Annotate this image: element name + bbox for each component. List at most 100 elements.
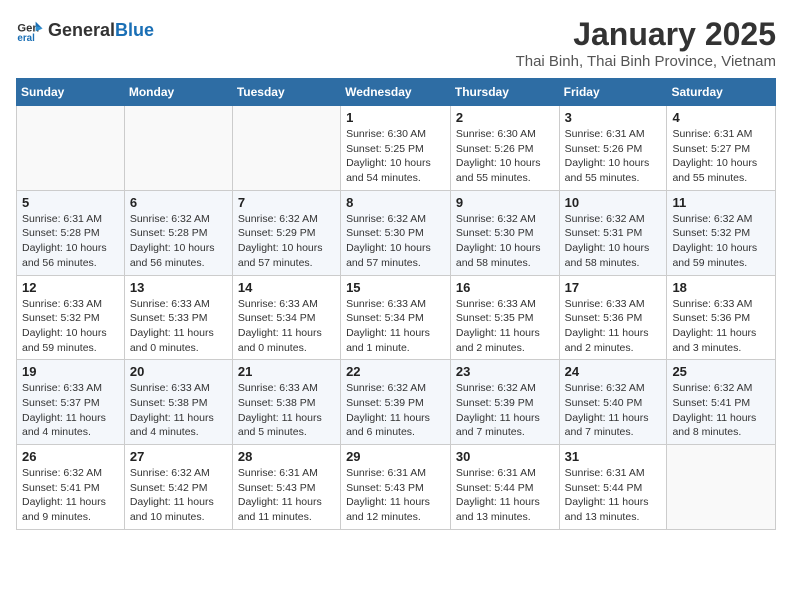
day-number: 12	[22, 280, 119, 295]
day-number: 29	[346, 449, 445, 464]
day-cell: 27 Sunrise: 6:32 AM Sunset: 5:42 PM Dayli…	[124, 445, 232, 530]
logo-icon: Gen eral	[16, 16, 44, 44]
day-number: 21	[238, 364, 335, 379]
day-info: Sunrise: 6:32 AM Sunset: 5:28 PM Dayligh…	[130, 212, 227, 271]
month-title: January 2025	[516, 16, 776, 53]
day-info: Sunrise: 6:30 AM Sunset: 5:26 PM Dayligh…	[456, 127, 554, 186]
page-header: Gen eral GeneralBlue January 2025 Thai B…	[16, 16, 776, 70]
day-info: Sunrise: 6:32 AM Sunset: 5:39 PM Dayligh…	[346, 381, 445, 440]
day-number: 10	[565, 195, 662, 210]
day-number: 17	[565, 280, 662, 295]
day-cell: 18Sunrise: 6:33 AM Sunset: 5:36 PM Dayli…	[667, 275, 776, 360]
day-cell: 8 Sunrise: 6:32 AM Sunset: 5:30 PM Daylig…	[341, 190, 451, 275]
day-cell: 23 Sunrise: 6:32 AM Sunset: 5:39 PM Dayli…	[450, 360, 559, 445]
day-number: 25	[672, 364, 770, 379]
day-info: Sunrise: 6:33 AM Sunset: 5:36 PM Dayligh…	[672, 297, 770, 356]
day-cell: 13 Sunrise: 6:33 AM Sunset: 5:33 PM Dayli…	[124, 275, 232, 360]
day-number: 30	[456, 449, 554, 464]
day-info: Sunrise: 6:32 AM Sunset: 5:29 PM Dayligh…	[238, 212, 335, 271]
day-number: 24	[565, 364, 662, 379]
day-number: 2	[456, 110, 554, 125]
day-number: 6	[130, 195, 227, 210]
day-info: Sunrise: 6:32 AM Sunset: 5:32 PM Dayligh…	[672, 212, 770, 271]
day-cell	[124, 106, 232, 191]
day-cell	[17, 106, 125, 191]
day-cell	[667, 445, 776, 530]
weekday-header-wednesday: Wednesday	[341, 79, 451, 106]
day-number: 7	[238, 195, 335, 210]
day-info: Sunrise: 6:33 AM Sunset: 5:32 PM Dayligh…	[22, 297, 119, 356]
day-info: Sunrise: 6:33 AM Sunset: 5:34 PM Dayligh…	[346, 297, 445, 356]
day-number: 3	[565, 110, 662, 125]
day-cell: 14 Sunrise: 6:33 AM Sunset: 5:34 PM Dayli…	[232, 275, 340, 360]
day-info: Sunrise: 6:32 AM Sunset: 5:30 PM Dayligh…	[456, 212, 554, 271]
day-cell: 6 Sunrise: 6:32 AM Sunset: 5:28 PM Daylig…	[124, 190, 232, 275]
day-cell: 2 Sunrise: 6:30 AM Sunset: 5:26 PM Daylig…	[450, 106, 559, 191]
week-row-2: 5 Sunrise: 6:31 AM Sunset: 5:28 PM Daylig…	[17, 190, 776, 275]
day-cell: 11Sunrise: 6:32 AM Sunset: 5:32 PM Dayli…	[667, 190, 776, 275]
day-info: Sunrise: 6:31 AM Sunset: 5:43 PM Dayligh…	[238, 466, 335, 525]
day-info: Sunrise: 6:33 AM Sunset: 5:36 PM Dayligh…	[565, 297, 662, 356]
day-cell: 4 Sunrise: 6:31 AM Sunset: 5:27 PM Daylig…	[667, 106, 776, 191]
day-number: 13	[130, 280, 227, 295]
day-cell: 1Sunrise: 6:30 AM Sunset: 5:25 PM Daylig…	[341, 106, 451, 191]
day-cell: 20 Sunrise: 6:33 AM Sunset: 5:38 PM Dayli…	[124, 360, 232, 445]
svg-text:eral: eral	[17, 33, 35, 44]
day-number: 4	[672, 110, 770, 125]
day-cell: 28Sunrise: 6:31 AM Sunset: 5:43 PM Dayli…	[232, 445, 340, 530]
day-info: Sunrise: 6:31 AM Sunset: 5:44 PM Dayligh…	[456, 466, 554, 525]
title-block: January 2025 Thai Binh, Thai Binh Provin…	[516, 16, 776, 70]
day-cell: 19Sunrise: 6:33 AM Sunset: 5:37 PM Dayli…	[17, 360, 125, 445]
day-info: Sunrise: 6:31 AM Sunset: 5:44 PM Dayligh…	[565, 466, 662, 525]
day-cell: 17 Sunrise: 6:33 AM Sunset: 5:36 PM Dayli…	[559, 275, 667, 360]
day-number: 5	[22, 195, 119, 210]
location-title: Thai Binh, Thai Binh Province, Vietnam	[516, 53, 776, 70]
day-number: 23	[456, 364, 554, 379]
day-info: Sunrise: 6:31 AM Sunset: 5:27 PM Dayligh…	[672, 127, 770, 186]
day-number: 27	[130, 449, 227, 464]
calendar-body: 1Sunrise: 6:30 AM Sunset: 5:25 PM Daylig…	[17, 106, 776, 530]
day-number: 31	[565, 449, 662, 464]
day-cell: 21 Sunrise: 6:33 AM Sunset: 5:38 PM Dayli…	[232, 360, 340, 445]
weekday-header-sunday: Sunday	[17, 79, 125, 106]
day-info: Sunrise: 6:33 AM Sunset: 5:38 PM Dayligh…	[130, 381, 227, 440]
day-info: Sunrise: 6:31 AM Sunset: 5:28 PM Dayligh…	[22, 212, 119, 271]
day-number: 16	[456, 280, 554, 295]
day-cell: 9 Sunrise: 6:32 AM Sunset: 5:30 PM Daylig…	[450, 190, 559, 275]
calendar-table: SundayMondayTuesdayWednesdayThursdayFrid…	[16, 78, 776, 530]
day-number: 15	[346, 280, 445, 295]
logo-general-text: General	[48, 20, 115, 41]
day-cell: 25 Sunrise: 6:32 AM Sunset: 5:41 PM Dayli…	[667, 360, 776, 445]
day-cell: 16Sunrise: 6:33 AM Sunset: 5:35 PM Dayli…	[450, 275, 559, 360]
day-cell	[232, 106, 340, 191]
day-cell: 15 Sunrise: 6:33 AM Sunset: 5:34 PM Dayli…	[341, 275, 451, 360]
day-number: 9	[456, 195, 554, 210]
day-info: Sunrise: 6:32 AM Sunset: 5:30 PM Dayligh…	[346, 212, 445, 271]
day-info: Sunrise: 6:32 AM Sunset: 5:41 PM Dayligh…	[22, 466, 119, 525]
day-info: Sunrise: 6:32 AM Sunset: 5:39 PM Dayligh…	[456, 381, 554, 440]
day-info: Sunrise: 6:32 AM Sunset: 5:41 PM Dayligh…	[672, 381, 770, 440]
day-number: 8	[346, 195, 445, 210]
weekday-header-friday: Friday	[559, 79, 667, 106]
day-info: Sunrise: 6:33 AM Sunset: 5:33 PM Dayligh…	[130, 297, 227, 356]
week-row-1: 1Sunrise: 6:30 AM Sunset: 5:25 PM Daylig…	[17, 106, 776, 191]
day-number: 19	[22, 364, 119, 379]
day-cell: 26Sunrise: 6:32 AM Sunset: 5:41 PM Dayli…	[17, 445, 125, 530]
day-info: Sunrise: 6:33 AM Sunset: 5:38 PM Dayligh…	[238, 381, 335, 440]
day-cell: 29 Sunrise: 6:31 AM Sunset: 5:43 PM Dayli…	[341, 445, 451, 530]
day-info: Sunrise: 6:31 AM Sunset: 5:43 PM Dayligh…	[346, 466, 445, 525]
day-cell: 7 Sunrise: 6:32 AM Sunset: 5:29 PM Daylig…	[232, 190, 340, 275]
day-info: Sunrise: 6:31 AM Sunset: 5:26 PM Dayligh…	[565, 127, 662, 186]
day-info: Sunrise: 6:33 AM Sunset: 5:34 PM Dayligh…	[238, 297, 335, 356]
day-info: Sunrise: 6:32 AM Sunset: 5:40 PM Dayligh…	[565, 381, 662, 440]
weekday-header-row: SundayMondayTuesdayWednesdayThursdayFrid…	[17, 79, 776, 106]
week-row-5: 26Sunrise: 6:32 AM Sunset: 5:41 PM Dayli…	[17, 445, 776, 530]
day-cell: 24 Sunrise: 6:32 AM Sunset: 5:40 PM Dayli…	[559, 360, 667, 445]
day-number: 20	[130, 364, 227, 379]
day-info: Sunrise: 6:32 AM Sunset: 5:42 PM Dayligh…	[130, 466, 227, 525]
day-number: 14	[238, 280, 335, 295]
weekday-header-saturday: Saturday	[667, 79, 776, 106]
day-cell: 22Sunrise: 6:32 AM Sunset: 5:39 PM Dayli…	[341, 360, 451, 445]
day-cell: 10Sunrise: 6:32 AM Sunset: 5:31 PM Dayli…	[559, 190, 667, 275]
day-cell: 12 Sunrise: 6:33 AM Sunset: 5:32 PM Dayli…	[17, 275, 125, 360]
